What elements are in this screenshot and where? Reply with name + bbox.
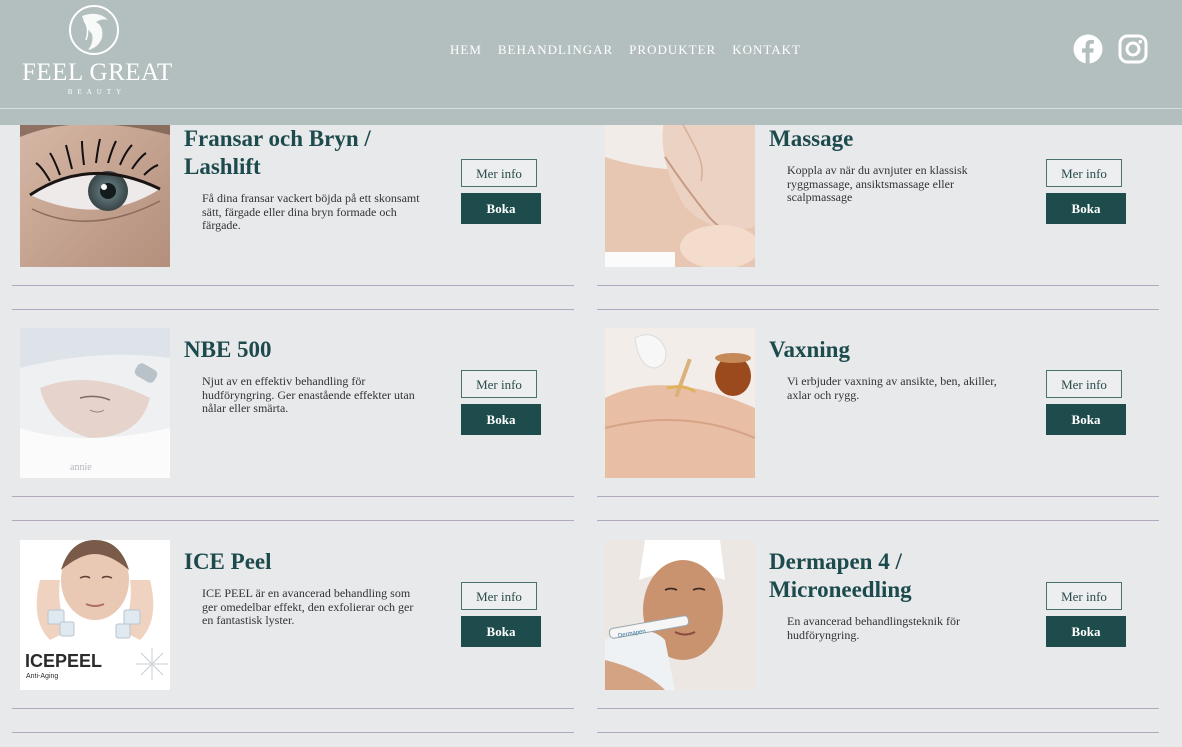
back-massage-photo <box>605 117 755 267</box>
treatment-card-icepeel: ICEPEEL Anti-Aging ICE Peel ICE PEEL är … <box>12 540 577 710</box>
treatment-description: Få dina fransar vackert böjda på ett sko… <box>202 191 420 232</box>
treatment-card-vaxning: Vaxning Vi erbjuder vaxning av ansikte, … <box>597 328 1162 498</box>
treatment-card-dermapen: Dermapen Dermapen 4 / Microneedling En a… <box>597 540 1162 710</box>
brand-logo[interactable]: FEEL GREAT BEAUTY <box>22 4 172 99</box>
treatment-title: Dermapen 4 / Microneedling <box>769 549 912 602</box>
facebook-icon[interactable] <box>1073 34 1103 64</box>
treatment-title: Vaxning <box>769 337 850 362</box>
treatment-description: Vi erbjuder vaxning av ansikte, ben, aki… <box>787 374 997 402</box>
treatment-title: Massage <box>769 126 854 151</box>
treatment-title: NBE 500 <box>184 337 272 362</box>
card-divider <box>12 285 574 286</box>
card-divider <box>12 496 574 497</box>
book-button[interactable]: Boka <box>1046 616 1126 647</box>
card-divider <box>597 708 1159 709</box>
treatment-card-massage: Massage Koppla av när du avnjuter en kla… <box>597 117 1162 287</box>
treatment-description: Koppla av när du avnjuter en klassisk ry… <box>787 163 968 204</box>
more-info-button[interactable]: Mer info <box>1046 159 1122 187</box>
brand-subtitle: BEAUTY <box>67 88 127 96</box>
treatment-card-fransar: Fransar och Bryn / Lashlift Få dina fran… <box>12 117 577 287</box>
book-button[interactable]: Boka <box>461 193 541 224</box>
more-info-button[interactable]: Mer info <box>1046 582 1122 610</box>
card-divider <box>597 520 1159 521</box>
more-info-button[interactable]: Mer info <box>461 582 537 610</box>
nav-item-hem[interactable]: HEM <box>450 42 482 58</box>
treatment-description: Njut av en effektiv behandling för hudfö… <box>202 374 415 415</box>
nav-item-behandlingar[interactable]: BEHANDLINGAR <box>498 42 613 58</box>
dermapen-photo: Dermapen <box>605 540 755 690</box>
nav-item-produkter[interactable]: PRODUKTER <box>629 42 716 58</box>
site-header: FEEL GREAT BEAUTY HEM BEHANDLINGAR PRODU… <box>0 0 1182 108</box>
card-divider <box>12 732 574 733</box>
card-divider <box>597 496 1159 497</box>
book-button[interactable]: Boka <box>461 404 541 435</box>
waxing-photo <box>605 328 755 478</box>
card-divider <box>12 309 574 310</box>
treatment-title: Fransar och Bryn / Lashlift <box>184 126 371 179</box>
book-button[interactable]: Boka <box>1046 193 1126 224</box>
photo-watermark: annie <box>70 462 92 473</box>
treatment-title: ICE Peel <box>184 549 272 574</box>
card-divider <box>12 520 574 521</box>
more-info-button[interactable]: Mer info <box>1046 370 1122 398</box>
book-button[interactable]: Boka <box>461 616 541 647</box>
more-info-button[interactable]: Mer info <box>461 159 537 187</box>
instagram-icon[interactable] <box>1118 34 1148 64</box>
face-treatment-photo: annie <box>20 328 170 478</box>
more-info-button[interactable]: Mer info <box>461 370 537 398</box>
icepeel-logo-subtext: Anti-Aging <box>26 673 58 680</box>
logo-face-icon <box>69 5 119 55</box>
treatment-description: En avancerad behandlingsteknik för hudfö… <box>787 614 960 642</box>
card-divider <box>597 732 1159 733</box>
card-divider <box>597 285 1159 286</box>
treatment-card-nbe500: annie NBE 500 Njut av en effektiv behand… <box>12 328 577 498</box>
card-divider <box>597 309 1159 310</box>
nav-item-kontakt[interactable]: KONTAKT <box>732 42 801 58</box>
icepeel-logo-text: ICEPEEL <box>25 651 102 671</box>
treatment-description: ICE PEEL är en avancerad behandling som … <box>202 586 414 627</box>
eye-lashes-photo <box>20 117 170 267</box>
brand-name: FEEL GREAT <box>22 59 173 86</box>
book-button[interactable]: Boka <box>1046 404 1126 435</box>
main-nav: HEM BEHANDLINGAR PRODUKTER KONTAKT <box>450 42 817 58</box>
icepeel-photo: ICEPEEL Anti-Aging <box>20 540 170 690</box>
card-divider <box>12 708 574 709</box>
header-band <box>0 109 1182 125</box>
